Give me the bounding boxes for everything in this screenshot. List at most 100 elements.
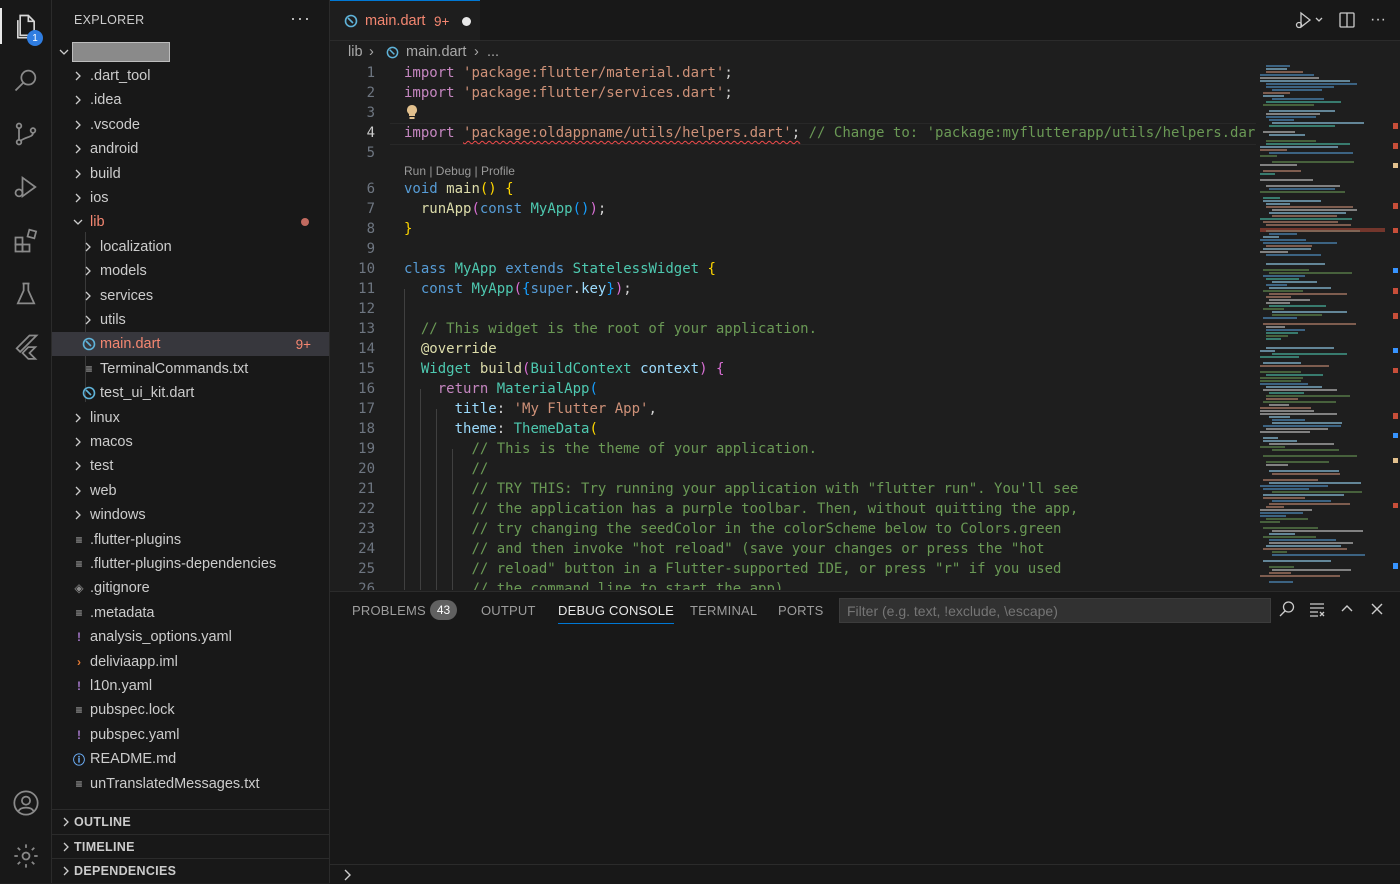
tree-item[interactable]: ≡ .metadata — [52, 601, 329, 625]
more-editor-actions-icon[interactable]: ··· — [1370, 11, 1386, 29]
problems-count-badge: 43 — [430, 600, 457, 620]
chevron-down-icon[interactable] — [58, 46, 70, 58]
tree-item[interactable]: models — [52, 259, 329, 283]
unsaved-dot-icon[interactable] — [462, 17, 471, 26]
tree-item[interactable]: test — [52, 454, 329, 478]
minimap-line — [1269, 581, 1293, 583]
tree-item[interactable]: ios — [52, 186, 329, 210]
tab-terminal[interactable]: TERMINAL — [690, 603, 757, 618]
testing-icon[interactable] — [0, 270, 51, 318]
tree-item[interactable]: web — [52, 479, 329, 503]
source-control-icon[interactable] — [0, 110, 51, 158]
minimap-line — [1260, 149, 1287, 151]
minimap-line — [1272, 500, 1331, 502]
tab-main-dart[interactable]: main.dart 9+ — [330, 0, 480, 40]
section-dependencies[interactable]: DEPENDENCIES — [52, 858, 329, 883]
breadcrumb-folder[interactable]: lib — [348, 44, 363, 60]
line-number: 11 — [358, 281, 375, 297]
section-timeline[interactable]: TIMELINE — [52, 834, 329, 859]
code-line-24: // and then invoke "hot reload" (save yo… — [471, 541, 1045, 557]
clear-console-icon[interactable] — [1308, 600, 1326, 621]
minimap-line — [1260, 446, 1285, 448]
minimap[interactable] — [1256, 63, 1400, 590]
tree-item[interactable]: windows — [52, 503, 329, 527]
code-line-11: const MyApp({super.key}); — [420, 281, 632, 297]
tab-debug-console[interactable]: DEBUG CONSOLE — [558, 603, 675, 624]
close-panel-icon[interactable] — [1368, 600, 1386, 621]
code-editor[interactable]: 1 2 3 4 5 6 7 8 9 10 11 12 13 14 15 16 17 18 19 20 21 22 23 24 2… — [330, 63, 1256, 590]
tab-output[interactable]: OUTPUT — [481, 603, 536, 618]
tree-item[interactable]: services — [52, 284, 329, 308]
code-line-4: import 'package:oldappname/utils/helpers… — [404, 125, 1256, 141]
tree-item[interactable]: .dart_tool — [52, 64, 329, 88]
tree-item[interactable]: ⓘ README.md — [52, 747, 329, 771]
tree-item[interactable]: ≡ unTranslatedMessages.txt — [52, 772, 329, 796]
maximize-panel-icon[interactable] — [1338, 600, 1356, 621]
settings-gear-icon[interactable] — [0, 832, 51, 880]
tree-item[interactable]: ≡ TerminalCommands.txt — [52, 357, 329, 381]
tree-item[interactable]: › deliviaapp.iml — [52, 650, 329, 674]
split-editor-icon[interactable] — [1338, 11, 1356, 29]
explorer-files-icon[interactable]: 1 — [0, 2, 51, 50]
tree-item[interactable]: ≡ .flutter-plugins — [52, 528, 329, 552]
account-icon[interactable] — [0, 779, 51, 827]
more-actions-icon[interactable]: ··· — [290, 8, 311, 29]
yaml-file-icon: ! — [77, 679, 81, 693]
flutter-icon[interactable] — [0, 322, 51, 370]
tab-problems[interactable]: PROBLEMS — [352, 603, 426, 618]
tree-item[interactable]: ! l10n.yaml — [52, 674, 329, 698]
tree-item-label: .flutter-plugins — [90, 531, 182, 548]
chevron-right-icon — [75, 193, 81, 203]
minimap-line — [1269, 110, 1335, 112]
minimap-line — [1263, 242, 1337, 244]
tree-item[interactable]: main.dart 9+ — [52, 332, 329, 357]
minimap-line — [1260, 377, 1303, 379]
minimap-line — [1260, 383, 1308, 385]
line-number: 1 — [366, 65, 375, 81]
explorer-sidebar: EXPLORER ··· .dart_tool .idea .vscode andro… — [52, 0, 330, 883]
run-debug-dropdown-icon[interactable] — [1294, 10, 1324, 30]
minimap-line — [1272, 314, 1322, 316]
debug-console-filter-input[interactable] — [839, 598, 1271, 623]
minimap-line — [1269, 470, 1339, 472]
tree-item[interactable]: lib — [52, 210, 329, 234]
tree-item[interactable]: utils — [52, 308, 329, 332]
tree-item[interactable]: .vscode — [52, 113, 329, 137]
tab-ports[interactable]: PORTS — [778, 603, 824, 618]
tree-item[interactable]: android — [52, 137, 329, 161]
code-line-22: // the application has a purple toolbar.… — [471, 501, 1079, 517]
tree-item[interactable]: test_ui_kit.dart — [52, 381, 329, 405]
lightbulb-icon[interactable] — [404, 103, 420, 125]
chevron-right-icon — [85, 266, 91, 276]
minimap-line — [1263, 323, 1356, 325]
minimap-line — [1272, 569, 1351, 571]
code-line-23: // try changing the seedColor in the col… — [471, 521, 1062, 537]
tree-item[interactable]: ◈ .gitignore — [52, 576, 329, 600]
tree-item[interactable]: build — [52, 162, 329, 186]
tree-item[interactable]: linux — [52, 406, 329, 430]
minimap-line — [1266, 65, 1290, 67]
tree-item[interactable]: .idea — [52, 88, 329, 112]
extensions-icon[interactable] — [0, 217, 51, 265]
breadcrumb-file[interactable]: main.dart — [406, 44, 466, 60]
minimap-line — [1269, 293, 1347, 295]
breadcrumb-symbol[interactable]: ... — [487, 44, 499, 60]
tree-item[interactable]: ≡ pubspec.lock — [52, 698, 329, 722]
tree-item[interactable]: macos — [52, 430, 329, 454]
section-outline[interactable]: OUTLINE — [52, 809, 329, 834]
tree-item[interactable]: localization — [52, 235, 329, 259]
minimap-line — [1263, 536, 1316, 538]
run-debug-icon[interactable] — [0, 163, 51, 211]
tree-item[interactable]: ! analysis_options.yaml — [52, 625, 329, 649]
minimap-line — [1269, 119, 1294, 121]
codelens-run-debug-profile[interactable]: Run | Debug | Profile — [404, 164, 515, 178]
minimap-line — [1266, 116, 1316, 118]
workspace-root-folder[interactable] — [72, 42, 170, 62]
minimap-line — [1266, 68, 1287, 70]
tree-item[interactable]: ! pubspec.yaml — [52, 723, 329, 747]
search-icon[interactable] — [0, 56, 51, 104]
tree-item[interactable]: ≡ .flutter-plugins-dependencies — [52, 552, 329, 576]
minimap-line — [1272, 419, 1305, 421]
debug-console-prompt[interactable] — [330, 864, 1400, 884]
find-icon[interactable] — [1278, 600, 1296, 621]
